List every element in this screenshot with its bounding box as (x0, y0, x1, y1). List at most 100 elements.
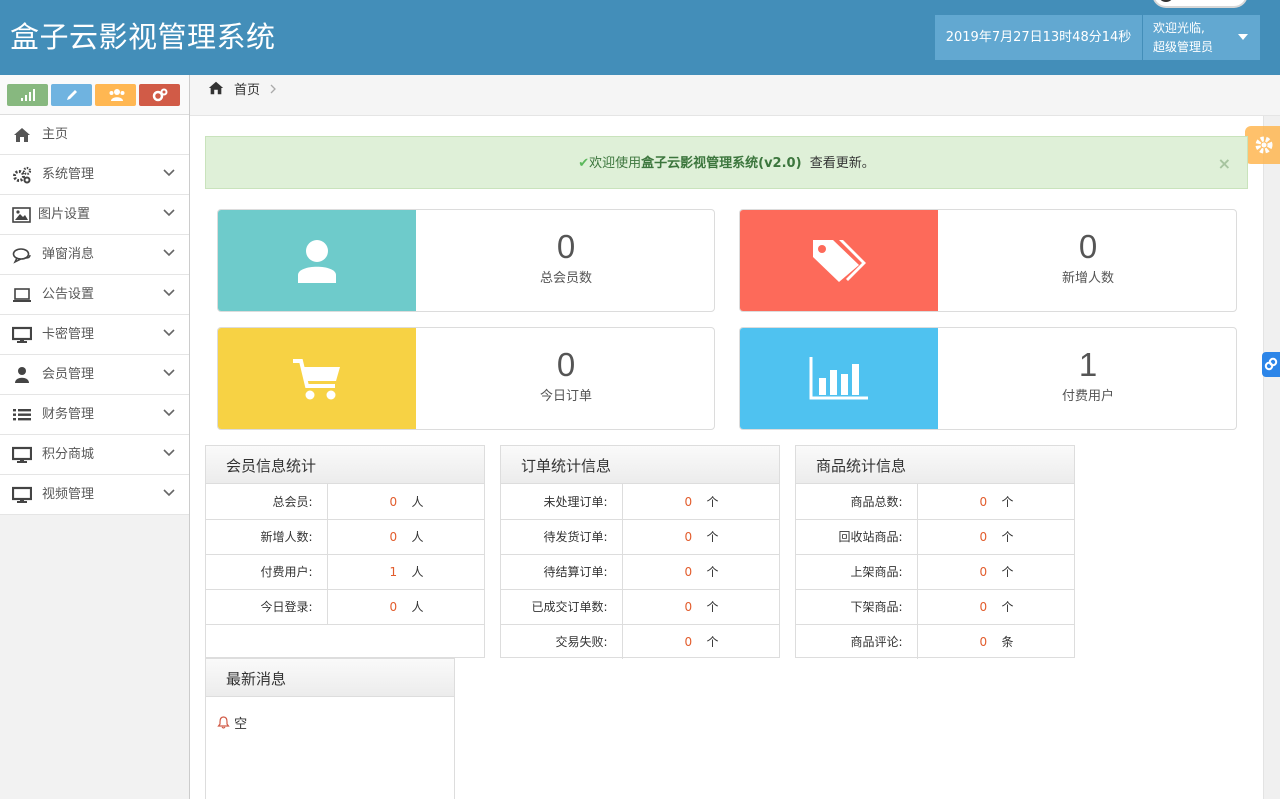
row-unit: 个 (1001, 565, 1014, 579)
shortcut-users-button[interactable] (95, 84, 136, 106)
stat-total-members: 0 总会员数 (217, 209, 715, 312)
row-key: 未处理订单: (501, 484, 623, 520)
row-key: 今日登录: (206, 589, 328, 625)
sidebar-item-home[interactable]: 主页 (0, 115, 189, 155)
user-menu[interactable]: 欢迎光临, 超级管理员 (1143, 15, 1260, 60)
member-stats-panel: 会员信息统计 总会员: 0 人 新增人数: 0 人 付费用户: 1 人 今日登录: 0 人 (205, 445, 485, 658)
stat-label: 付费用户 (1061, 389, 1114, 404)
chevron-down-icon (163, 329, 175, 337)
breadcrumb-home-link[interactable]: 首页 (234, 79, 260, 98)
alert-update-link[interactable]: 查看更新。 (810, 156, 875, 171)
caret-down-icon (1238, 34, 1248, 40)
row-key: 下架商品: (796, 589, 918, 625)
panel-title: 订单统计信息 (501, 446, 779, 484)
comments-icon (12, 248, 31, 264)
sidebar-item-label: 视频管理 (42, 487, 95, 502)
stat-icon-block (218, 210, 416, 311)
cart-icon (293, 359, 340, 400)
row-unit: 个 (1001, 530, 1014, 544)
sidebar-item-label: 弹窗消息 (42, 247, 95, 262)
row-key: 总会员: (206, 484, 328, 520)
sidebar-item-announcements[interactable]: 公告设置 (0, 275, 189, 315)
stat-value: 1 (1078, 346, 1098, 383)
chevron-right-icon (270, 84, 276, 94)
sidebar-item-videos[interactable]: 视频管理 (0, 475, 189, 515)
stat-value: 0 (556, 346, 576, 383)
user-icon (298, 240, 336, 283)
close-icon[interactable]: × (1218, 137, 1231, 190)
shortcut-signal-button[interactable] (7, 84, 48, 106)
user-role: 超级管理员 (1153, 40, 1214, 54)
row-value: 0 (389, 494, 398, 509)
row-value: 0 (979, 565, 988, 579)
row-key: 回收站商品: (796, 519, 918, 555)
table-row: 付费用户: 1 人 (206, 554, 484, 590)
row-value: 0 (684, 565, 693, 579)
row-unit: 人 (411, 600, 424, 614)
sidebar-item-points-mall[interactable]: 积分商城 (0, 435, 189, 475)
signal-icon (21, 89, 35, 101)
alert-prefix: 欢迎使用 (589, 156, 642, 171)
user-icon (15, 367, 29, 383)
shortcut-pencil-button[interactable] (51, 84, 92, 106)
stat-label: 今日订单 (539, 389, 592, 404)
row-unit: 个 (706, 530, 719, 544)
sidebar-item-label: 会员管理 (42, 367, 95, 382)
sidebar-item-cards[interactable]: 卡密管理 (0, 315, 189, 355)
stat-new-members: 0 新增人数 (739, 209, 1237, 312)
shortcut-cogs-button[interactable] (139, 84, 180, 106)
share-link-button[interactable] (1262, 352, 1280, 377)
pencil-icon (67, 90, 77, 100)
table-row: 今日登录: 0 人 (206, 589, 484, 625)
current-datetime: 2019年7月27日13时48分14秒 (935, 15, 1142, 60)
app-title: 盒子云影视管理系统 (10, 20, 276, 54)
row-value: 0 (684, 494, 693, 509)
row-unit: 个 (706, 565, 719, 579)
row-value: 0 (389, 600, 398, 614)
row-key: 待结算订单: (501, 554, 623, 590)
home-icon (14, 128, 30, 142)
row-value: 0 (684, 600, 693, 614)
settings-toggle-button[interactable] (1245, 126, 1280, 164)
chevron-down-icon (163, 449, 175, 457)
sidebar-item-popups[interactable]: 弹窗消息 (0, 235, 189, 275)
row-unit: 个 (706, 494, 719, 509)
stat-value: 0 (556, 228, 576, 265)
order-stats-table: 未处理订单: 0 个 待发货订单: 0 个 待结算订单: 0 个 已成交订单数: 0 个 交易失… (501, 484, 779, 659)
sidebar-item-finance[interactable]: 财务管理 (0, 395, 189, 435)
table-row: 商品总数: 0 个 (796, 484, 1074, 520)
row-unit: 个 (706, 600, 719, 614)
sidebar-item-label: 公告设置 (42, 287, 95, 302)
row-value: 0 (979, 635, 988, 650)
panel-title: 会员信息统计 (206, 446, 484, 484)
stat-paid-users: 1 付费用户 (739, 327, 1237, 430)
link-icon (1264, 357, 1278, 371)
page-scrollbar[interactable] (1263, 116, 1280, 799)
sidebar-item-members[interactable]: 会员管理 (0, 355, 189, 395)
row-value: 0 (684, 530, 693, 544)
row-value: 0 (979, 530, 988, 544)
sidebar-shortcuts (0, 75, 189, 115)
row-unit: 人 (411, 494, 424, 509)
product-stats-table: 商品总数: 0 个 回收站商品: 0 个 上架商品: 0 个 下架商品: 0 个 商品评论: 0 条 (796, 484, 1074, 659)
table-row: 商品评论: 0 条 (796, 624, 1074, 659)
table-row: 待结算订单: 0 个 (501, 554, 779, 590)
tags-icon (813, 240, 866, 282)
check-icon: ✔ (578, 156, 590, 171)
latest-messages-panel: 最新消息 空 (205, 658, 455, 799)
sidebar-item-pictures[interactable]: 图片设置 (0, 195, 189, 235)
row-unit: 条 (1001, 635, 1014, 650)
row-key: 交易失败: (501, 624, 623, 659)
gear-icon (1255, 136, 1273, 154)
row-key: 新增人数: (206, 519, 328, 555)
sidebar-item-label: 图片设置 (38, 207, 91, 222)
sidebar-item-system[interactable]: 系统管理 (0, 155, 189, 195)
user-avatar[interactable] (1152, 0, 1248, 8)
chevron-down-icon (163, 249, 175, 257)
table-row: 总会员: 0 人 (206, 484, 484, 520)
product-stats-panel: 商品统计信息 商品总数: 0 个 回收站商品: 0 个 上架商品: 0 个 下架商品: 0 个 … (795, 445, 1075, 659)
row-value: 1 (389, 565, 398, 579)
chevron-down-icon (163, 169, 175, 177)
stat-icon-block (740, 328, 938, 429)
row-value: 0 (389, 530, 398, 544)
